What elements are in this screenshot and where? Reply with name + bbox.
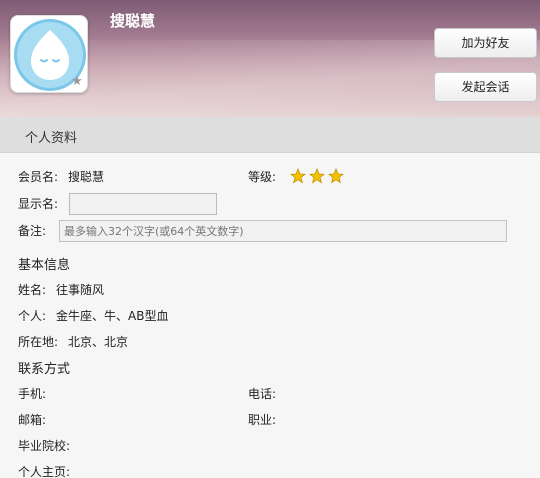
personal-row: 个人: 金牛座、牛、AB型血 [18,307,169,324]
homepage-label: 个人主页: [18,465,71,478]
note-label: 备注: [18,224,47,238]
display-name-input[interactable] [69,193,217,215]
note-input[interactable] [59,220,507,242]
level-label: 等级: [248,170,277,184]
start-chat-button[interactable]: 发起会话 [434,72,537,102]
display-name-label: 显示名: [18,197,59,211]
name-row: 姓名: 往事随风 [18,281,104,298]
personal-value: 金牛座、牛、AB型血 [56,309,169,323]
favorite-star-icon: ★ [71,74,83,89]
section-bar: 个人资料 [0,117,540,153]
email-label: 邮箱: [18,413,47,427]
star-icon [327,167,345,184]
location-value: 北京、北京 [68,335,129,349]
contact-heading: 联系方式 [18,362,71,377]
section-title: 个人资料 [25,131,78,146]
member-label: 会员名: [18,170,59,184]
basic-info-heading: 基本信息 [18,258,71,273]
star-icon [308,167,326,184]
name-label: 姓名: [18,283,47,297]
location-label: 所在地: [18,335,59,349]
name-value: 往事随风 [56,283,105,297]
phone-label: 电话: [248,387,277,401]
level-stars [289,167,345,184]
member-row: 会员名: 搜聪慧 [18,168,104,185]
job-label: 职业: [248,413,277,427]
mobile-label: 手机: [18,387,47,401]
member-value: 搜聪慧 [68,170,105,184]
school-label: 毕业院校: [18,439,71,453]
add-friend-button[interactable]: 加为好友 [434,28,537,58]
location-row: 所在地: 北京、北京 [18,333,128,350]
personal-label: 个人: [18,309,47,323]
profile-name: 搜聪慧 [110,12,156,30]
star-icon [289,167,307,184]
